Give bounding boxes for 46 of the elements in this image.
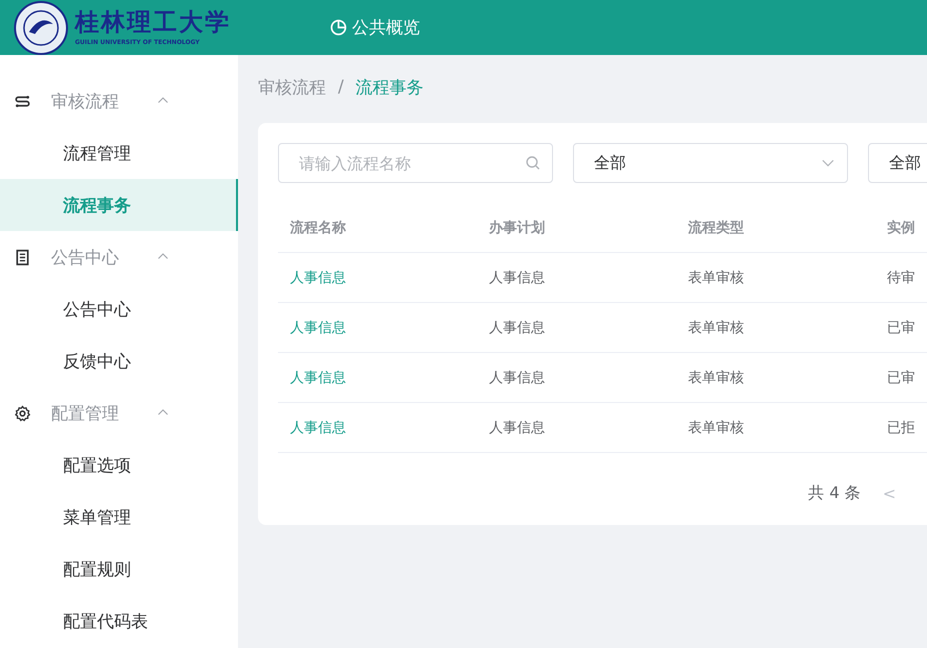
gear-icon (14, 404, 31, 422)
logo-title: 桂林理工大学 (75, 9, 231, 37)
table-link[interactable]: 人事信息 (278, 418, 477, 436)
select-field[interactable]: 全部 (573, 143, 848, 183)
table-link[interactable]: 人事信息 (278, 318, 477, 336)
column-header: 实例 (886, 218, 916, 236)
column-header: 办事计划 (488, 218, 546, 236)
table-cell-text: 表单审核 (687, 268, 745, 286)
table-cell-text: 人事信息 (488, 368, 546, 386)
column-header: 流程类型 (687, 218, 745, 236)
breadcrumb-item: 流程事务 (356, 76, 424, 98)
menu-item[interactable]: 配置选项 (0, 439, 238, 491)
menu-item[interactable]: 配置规则 (0, 543, 238, 595)
breadcrumb-separator: / (338, 77, 344, 97)
menu-group[interactable]: 配置管理 (0, 387, 238, 439)
menu-item[interactable]: 公告中心 (0, 283, 238, 335)
emblem-icon (13, 0, 69, 56)
menu-group[interactable]: 公告中心 (0, 231, 238, 283)
table-cell-text: 已审 (886, 368, 916, 386)
table-cell-text: 表单审核 (687, 368, 745, 386)
table-cell-text: 已审 (886, 318, 916, 336)
breadcrumb-item[interactable]: 审核流程 (258, 76, 326, 98)
search-icon (525, 155, 541, 171)
menu-group[interactable]: 审核流程 (0, 75, 238, 127)
table-link[interactable]: 人事信息 (278, 368, 477, 386)
column-header: 流程名称 (289, 218, 347, 236)
document-icon (14, 248, 31, 266)
search-field[interactable]: 请输入流程名称 (278, 143, 553, 183)
table-cell-text: 人事信息 (488, 418, 546, 436)
menu-item[interactable]: 菜单管理 (0, 491, 238, 543)
table-cell-text: 人事信息 (488, 268, 546, 286)
table-cell-text: 表单审核 (687, 318, 745, 336)
menu-item[interactable]: 流程事务 (0, 179, 238, 231)
table-cell-text: 已拒 (886, 418, 916, 436)
pie-chart-icon (330, 19, 347, 36)
total-count: 共 4 条 (808, 482, 861, 504)
table-cell-text: 表单审核 (687, 418, 745, 436)
nav-link[interactable]: 公共概览 (330, 12, 420, 43)
table-cell-text: 人事信息 (488, 318, 546, 336)
select-field[interactable]: 全部 (868, 143, 927, 183)
menu-item[interactable]: 配置代码表 (0, 595, 238, 647)
menu-item[interactable]: 流程管理 (0, 127, 238, 179)
table-link[interactable]: 人事信息 (278, 268, 477, 286)
prev-page-button[interactable]: < (882, 484, 896, 502)
menu-item[interactable]: 反馈中心 (0, 335, 238, 387)
table-cell-text: 待审 (886, 268, 916, 286)
